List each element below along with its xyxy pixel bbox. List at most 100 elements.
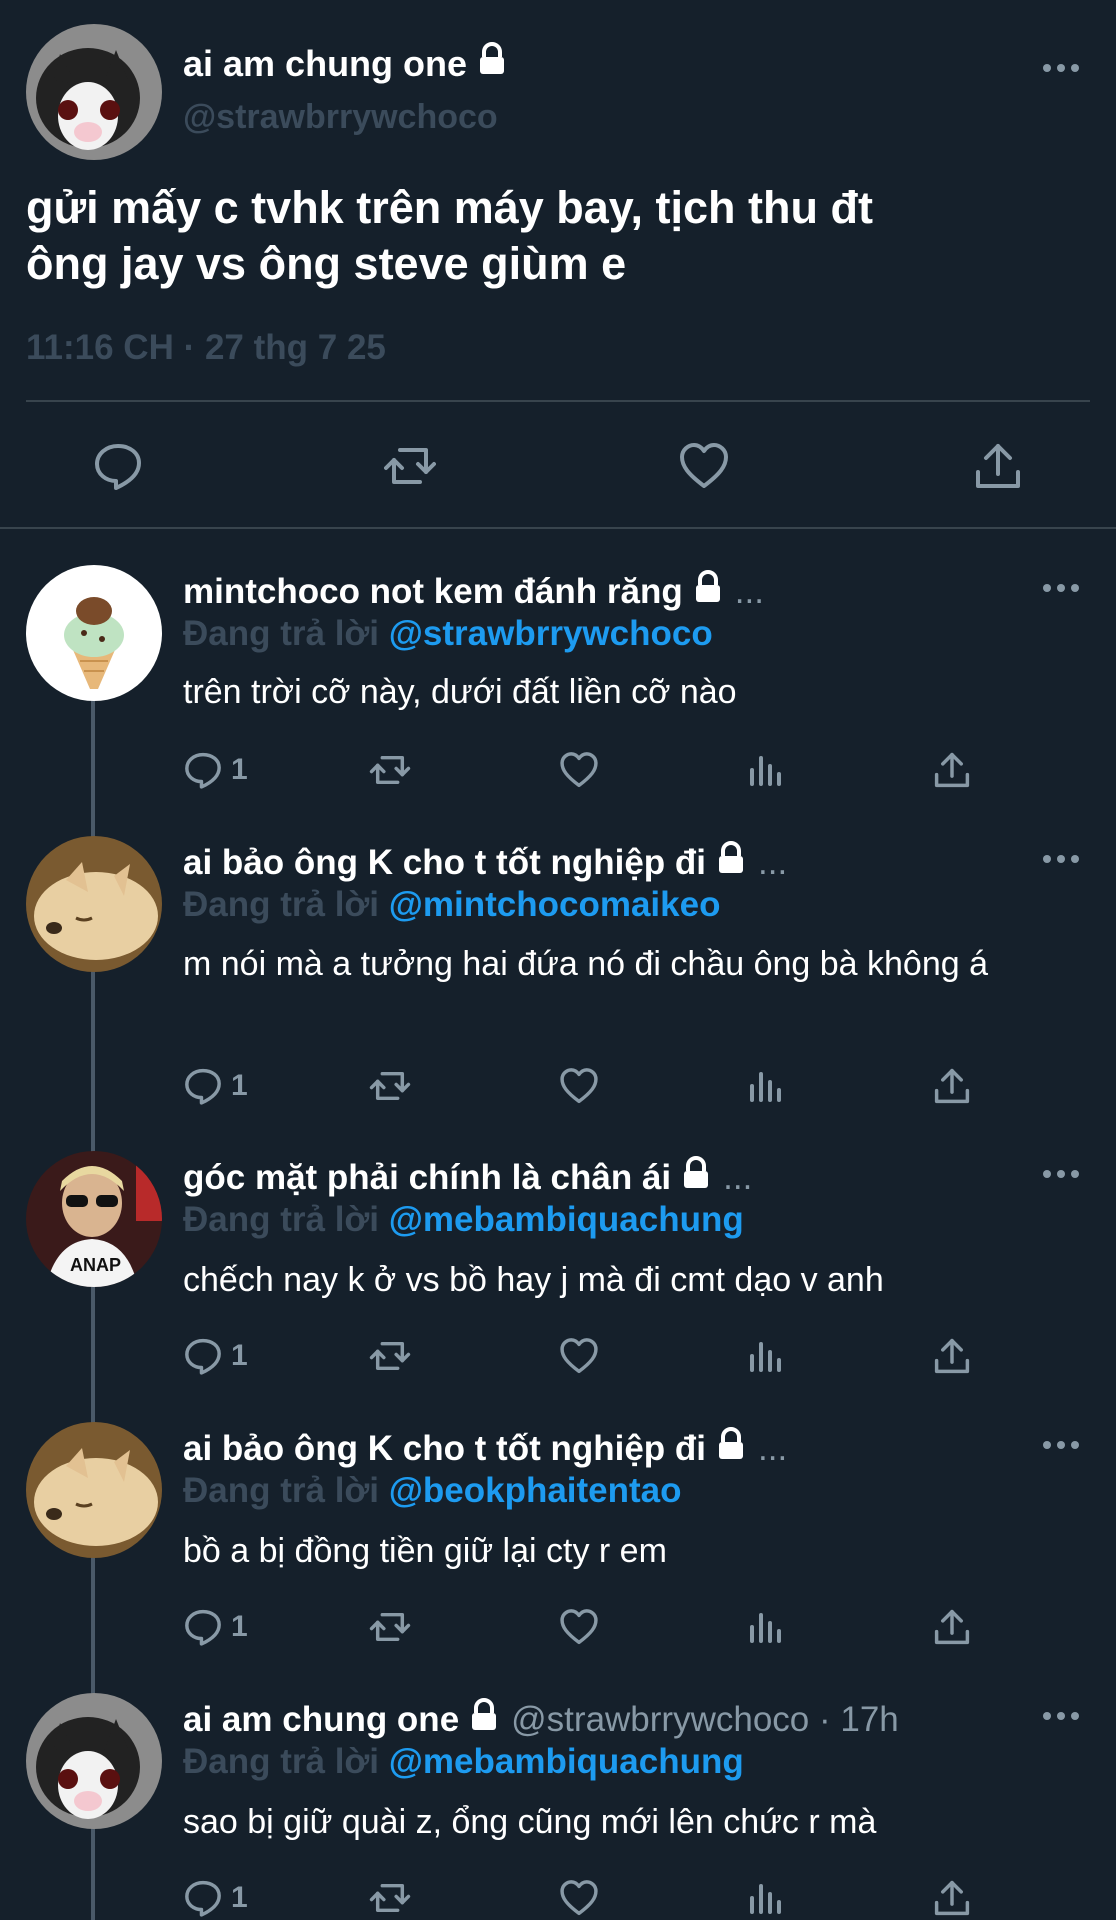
replying-label: Đang trả lời: [183, 885, 380, 924]
views-icon[interactable]: [746, 1336, 786, 1376]
main-tweet-text: gửi mấy c tvhk trên máy bay, tịch thu đt…: [26, 180, 1086, 292]
mention-link[interactable]: @strawbrrywchoco: [389, 614, 713, 653]
reply-2-name[interactable]: ai bảo ông K cho t tốt nghiệp đi ...: [183, 841, 787, 884]
views-icon[interactable]: [746, 1878, 786, 1918]
reply-5-name-tail: @strawbrrywchoco · 17h: [511, 1699, 899, 1739]
reply-1-text: trên trời cỡ này, dưới đất liền cỡ nào: [183, 673, 737, 711]
display-name-text: ai am chung one: [183, 42, 468, 84]
reply-3-reply-button[interactable]: 1: [183, 1336, 248, 1376]
share-icon[interactable]: [932, 1878, 972, 1918]
lock-icon: [679, 1156, 713, 1199]
share-icon[interactable]: [932, 750, 972, 790]
avatar-kid[interactable]: ANAP: [26, 1151, 162, 1287]
like-icon[interactable]: [558, 1336, 600, 1376]
more-options-icon[interactable]: [1043, 60, 1083, 76]
views-icon[interactable]: [746, 1607, 786, 1647]
reply-3-name-tail: ...: [723, 1157, 753, 1197]
lock-icon: [475, 42, 509, 85]
replying-label: Đang trả lời: [183, 1742, 380, 1781]
svg-text:ANAP: ANAP: [70, 1255, 121, 1275]
avatar-cat[interactable]: [26, 24, 162, 160]
reply-3-display-name: góc mặt phải chính là chân ái: [183, 1157, 672, 1197]
reply-4-display-name: ai bảo ông K cho t tốt nghiệp đi: [183, 1428, 707, 1468]
reply-3-replying-to: Đang trả lời @mebambiquachung: [183, 1200, 744, 1240]
reply-2-reply-button[interactable]: 1: [183, 1066, 248, 1106]
reply-1-reply-button[interactable]: 1: [183, 750, 248, 790]
reply-5-reply-button[interactable]: 1: [183, 1878, 248, 1918]
reply-2-text: m nói mà a tưởng hai đứa nó đi chầu ông …: [183, 945, 989, 983]
more-options-icon[interactable]: [1043, 1166, 1083, 1182]
retweet-icon[interactable]: [368, 750, 412, 790]
mention-link[interactable]: @beokphaitentao: [389, 1471, 682, 1510]
lock-icon: [691, 570, 725, 613]
reply-2-display-name: ai bảo ông K cho t tốt nghiệp đi: [183, 842, 707, 882]
reply-1-replying-to: Đang trả lời @strawbrrywchoco: [183, 614, 713, 654]
more-options-icon[interactable]: [1043, 851, 1083, 867]
lock-icon: [467, 1698, 501, 1741]
mention-link[interactable]: @mebambiquachung: [389, 1742, 744, 1781]
share-icon[interactable]: [972, 440, 1024, 492]
reply-2-name-tail: ...: [758, 842, 788, 882]
replying-label: Đang trả lời: [183, 614, 380, 653]
reply-count: 1: [231, 1610, 248, 1643]
reply-5-display-name: ai am chung one: [183, 1699, 460, 1739]
reply-4-replying-to: Đang trả lời @beokphaitentao: [183, 1471, 682, 1511]
reply-4-name-tail: ...: [758, 1428, 788, 1468]
reply-1-display-name: mintchoco not kem đánh răng: [183, 571, 683, 611]
share-icon[interactable]: [932, 1336, 972, 1376]
like-icon[interactable]: [558, 750, 600, 790]
avatar-dog[interactable]: [26, 1422, 162, 1558]
reply-4-reply-button[interactable]: 1: [183, 1607, 248, 1647]
reply-4-text: bồ a bị đồng tiền giữ lại cty r em: [183, 1532, 667, 1570]
lock-icon: [714, 1427, 748, 1470]
reply-icon: [185, 752, 221, 789]
reply-4-name[interactable]: ai bảo ông K cho t tốt nghiệp đi ...: [183, 1427, 787, 1470]
reply-5-replying-to: Đang trả lời @mebambiquachung: [183, 1742, 744, 1782]
reply-3-text: chếch nay k ở vs bồ hay j mà đi cmt dạo …: [183, 1261, 884, 1299]
reply-count: 1: [231, 1881, 248, 1914]
views-icon[interactable]: [746, 1066, 786, 1106]
reply-icon[interactable]: [92, 440, 144, 492]
main-text-line-2: ông jay vs ông steve giùm e: [26, 238, 627, 289]
main-text-line-1: gửi mấy c tvhk trên máy bay, tịch thu đt: [26, 182, 873, 233]
reply-3-name[interactable]: góc mặt phải chính là chân ái ...: [183, 1156, 752, 1199]
reply-icon: [185, 1338, 221, 1375]
mention-link[interactable]: @mebambiquachung: [389, 1200, 744, 1239]
retweet-icon[interactable]: [368, 1607, 412, 1647]
views-icon[interactable]: [746, 750, 786, 790]
retweet-icon[interactable]: [384, 440, 436, 492]
share-icon[interactable]: [932, 1607, 972, 1647]
mention-link[interactable]: @mintchocomaikeo: [389, 885, 721, 924]
lock-icon: [714, 841, 748, 884]
share-icon[interactable]: [932, 1066, 972, 1106]
reply-count: 1: [231, 1339, 248, 1372]
retweet-icon[interactable]: [368, 1336, 412, 1376]
retweet-icon[interactable]: [368, 1878, 412, 1918]
like-icon[interactable]: [558, 1607, 600, 1647]
main-handle[interactable]: @strawbrrywchoco: [183, 98, 498, 137]
reply-icon: [185, 1068, 221, 1105]
reply-2-replying-to: Đang trả lời @mintchocomaikeo: [183, 885, 720, 925]
reply-count: 1: [231, 753, 248, 786]
main-timestamp: 11:16 CH · 27 thg 7 25: [26, 328, 386, 367]
more-options-icon[interactable]: [1043, 1437, 1083, 1453]
more-options-icon[interactable]: [1043, 1708, 1083, 1724]
reply-1-name[interactable]: mintchoco not kem đánh răng ...: [183, 570, 764, 613]
retweet-icon[interactable]: [368, 1066, 412, 1106]
like-icon[interactable]: [558, 1066, 600, 1106]
like-icon[interactable]: [678, 440, 730, 492]
like-icon[interactable]: [558, 1878, 600, 1918]
main-display-name[interactable]: ai am chung one: [183, 42, 509, 85]
avatar-dog[interactable]: [26, 836, 162, 972]
replying-label: Đang trả lời: [183, 1200, 380, 1239]
reply-icon: [185, 1609, 221, 1646]
replying-label: Đang trả lời: [183, 1471, 380, 1510]
reply-icon: [185, 1880, 221, 1917]
reply-5-name[interactable]: ai am chung one @strawbrrywchoco · 17h: [183, 1698, 899, 1741]
divider: [26, 400, 1090, 402]
reply-count: 1: [231, 1069, 248, 1102]
avatar-ice-cream[interactable]: [26, 565, 162, 701]
section-divider: [0, 527, 1116, 529]
avatar-cat[interactable]: [26, 1693, 162, 1829]
more-options-icon[interactable]: [1043, 580, 1083, 596]
